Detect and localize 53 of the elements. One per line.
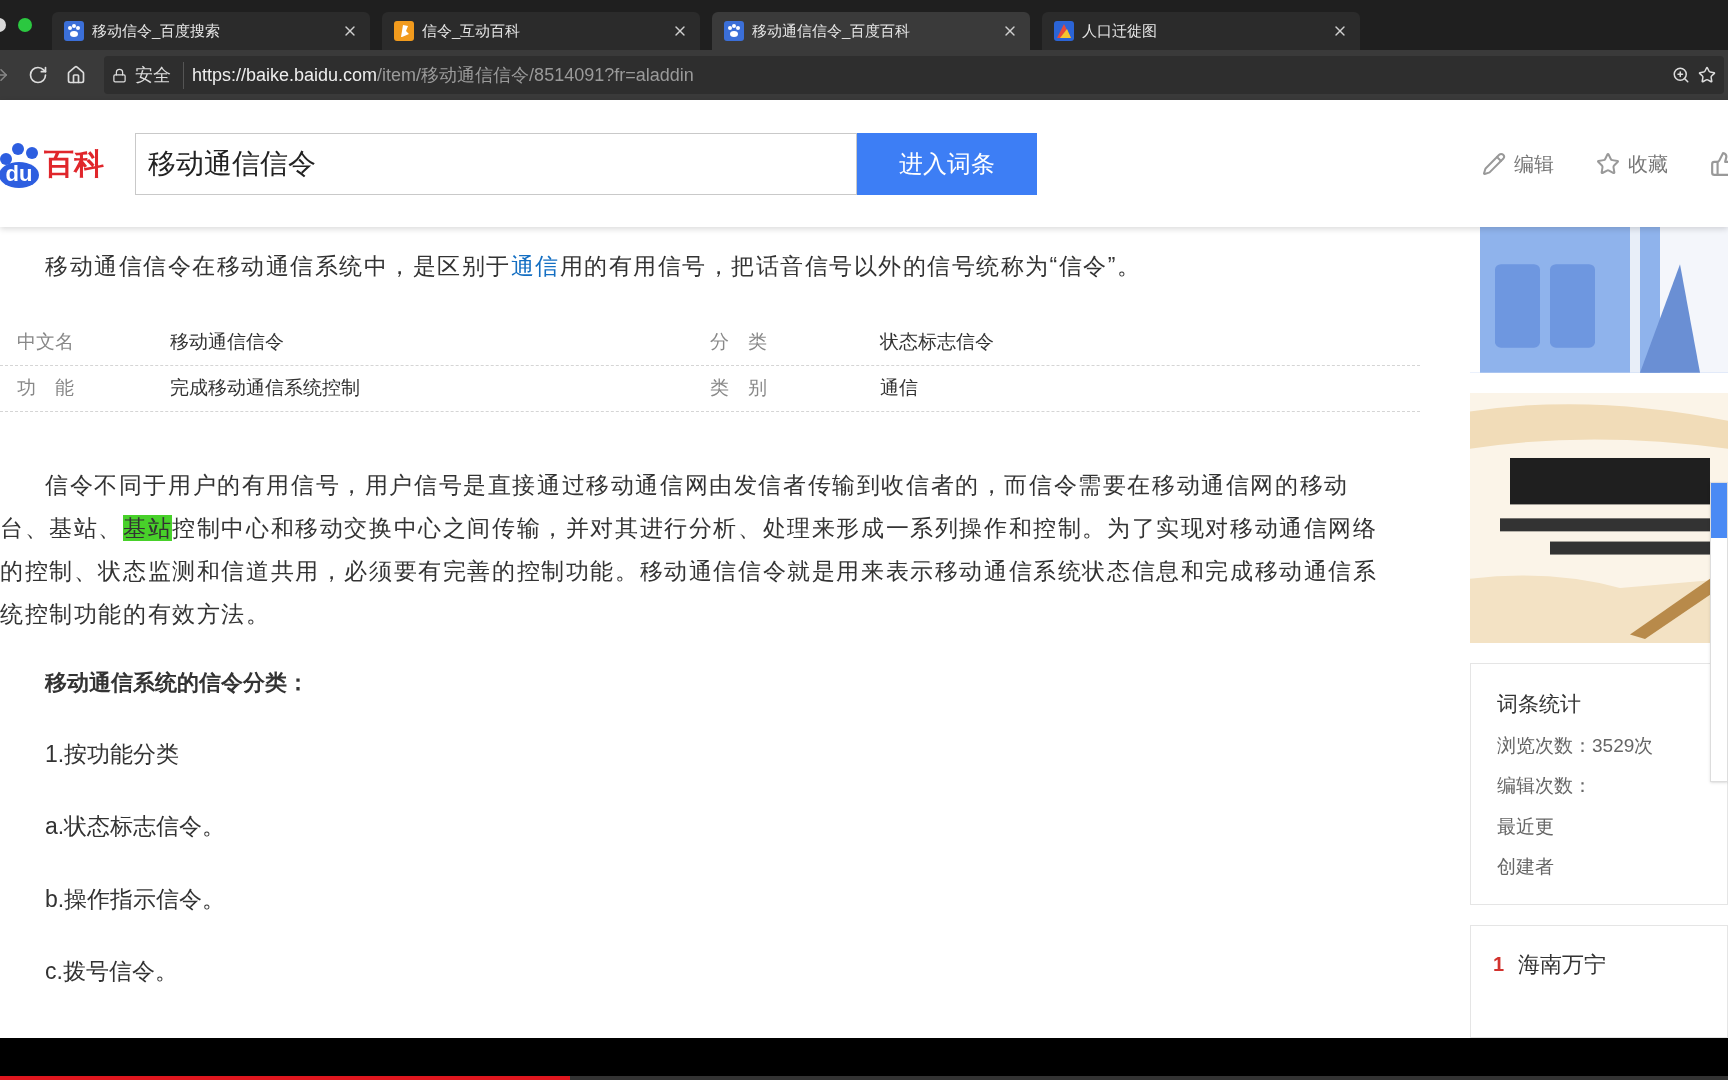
info-label: 类 别 (710, 375, 768, 400)
logo-letters: du (5, 162, 33, 185)
tab-title: 移动通信信令_百度百科 (752, 20, 912, 41)
action-button[interactable]: 收藏 (1596, 148, 1668, 179)
thumbs-up-icon[interactable] (1710, 150, 1728, 177)
tab-title: 人口迁徙图 (1082, 20, 1158, 41)
info-value: 完成移动通信系统控制 (170, 375, 361, 400)
tab-title: 信令_互动百科 (422, 20, 522, 41)
map-icon (1054, 21, 1074, 41)
window-control-icon[interactable] (18, 18, 32, 32)
star-icon (1596, 151, 1620, 176)
bookmark-star-icon[interactable] (1698, 66, 1716, 84)
progress-track[interactable] (0, 1076, 1728, 1080)
info-value: 状态标志信令 (880, 329, 994, 354)
logo-icon (394, 21, 414, 41)
address-field[interactable]: 安全 https://baike.baidu.com/item/移动通信信令/8514091?fr=aladdin (104, 56, 1724, 94)
intro-text: 移动通信信令在移动通信系统中，是区别于通信用的有用信号，把话音信号以外的信号统称为“信令”。 (44, 252, 1143, 281)
security-label: 安全 (135, 61, 184, 89)
paw-icon (64, 21, 84, 41)
search-button[interactable]: 进入词条 (857, 132, 1037, 195)
stats-row-text: 最近更 (1497, 814, 1555, 839)
action-button[interactable]: 编辑 (1482, 148, 1554, 179)
logo-text: 百科 (44, 148, 104, 179)
list-item: b.操作指示信令。 (44, 884, 227, 914)
home-icon[interactable] (66, 65, 86, 85)
pencil-icon (1482, 151, 1506, 176)
list-item: c.拨号信令。 (44, 957, 179, 986)
lock-icon (112, 67, 127, 83)
zoom-icon[interactable] (1672, 66, 1690, 84)
stats-row-text: 浏览次数：3529次 (1497, 733, 1655, 758)
browser-tab[interactable]: 移动信令_百度搜索 (52, 12, 370, 50)
rank-number: 1 (1493, 952, 1505, 978)
info-label: 功 能 (16, 375, 75, 400)
hot-item[interactable]: 海南万宁 (1518, 947, 1607, 981)
info-label: 分 类 (710, 329, 768, 354)
reload-icon[interactable] (28, 65, 48, 85)
info-value: 移动通信信令 (170, 329, 285, 354)
list-item: 1.按功能分类 (44, 739, 181, 769)
list-item: a.状态标志信令。 (44, 812, 227, 841)
stats-row-text: 编辑次数： (1497, 774, 1593, 799)
browser-tab[interactable]: 信令_互动百科 (382, 12, 700, 50)
baike-logo[interactable]: du 百科 (0, 138, 124, 189)
section-heading: 移动通信系统的信令分类： (43, 668, 310, 697)
search-field[interactable]: 移动通信信令 (135, 132, 857, 195)
stats-row-text: 创建者 (1497, 855, 1555, 880)
paw-icon (724, 21, 744, 41)
info-label: 中文名 (16, 329, 75, 354)
info-value: 通信 (880, 375, 918, 400)
tab-title: 移动信令_百度搜索 (92, 20, 222, 41)
browser-tab[interactable]: 移动通信信令_百度百科 (712, 12, 1030, 50)
browser-tab[interactable]: 人口迁徙图 (1042, 12, 1360, 50)
url-text: https://baike.baidu.com/item/移动通信信令/8514091?fr=aladdin (192, 63, 694, 87)
stats-title: 词条统计 (1497, 691, 1582, 718)
